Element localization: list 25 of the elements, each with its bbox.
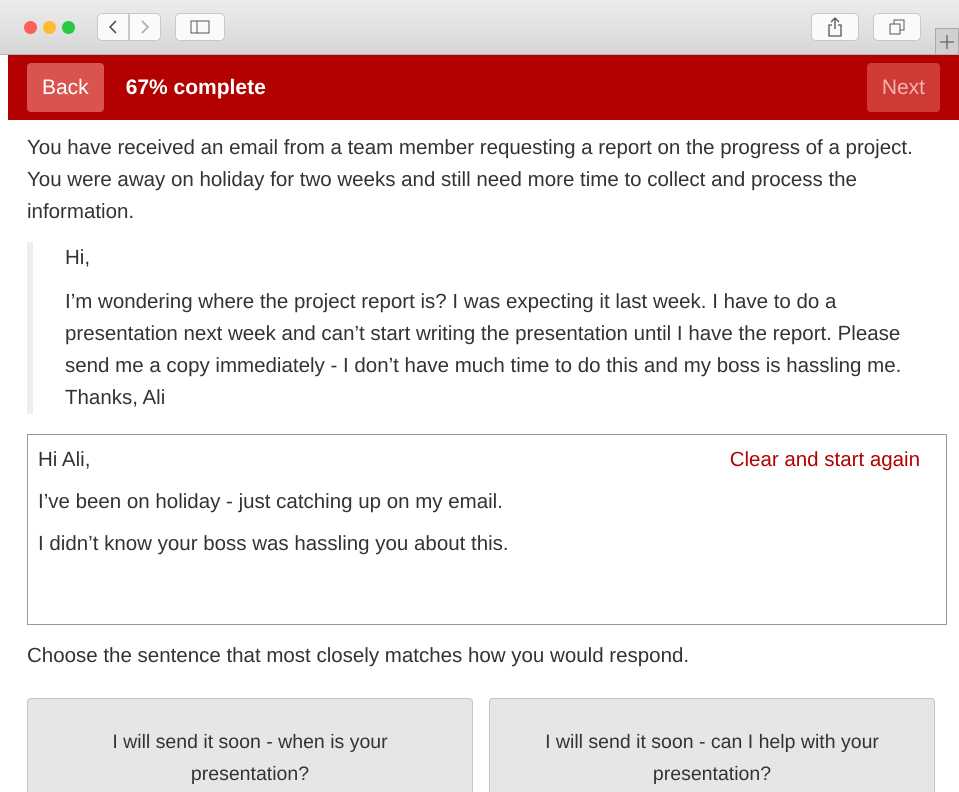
- answer-option-button[interactable]: I will send it soon - can I help with your presentation?: [489, 698, 935, 792]
- answer-option-button[interactable]: I will send it soon - when is your presentation?: [27, 698, 473, 792]
- chevron-left-icon: [108, 19, 118, 35]
- progress-status: 67% complete: [126, 74, 266, 101]
- share-button[interactable]: [811, 13, 859, 41]
- prompt-text: Choose the sentence that most closely matches how you would respond.: [27, 643, 690, 669]
- back-nav-button[interactable]: [97, 13, 129, 41]
- new-tab-button[interactable]: [935, 28, 959, 54]
- reply-line: I’ve been on holiday - just catching up on my email.: [38, 489, 504, 515]
- reply-line: Hi Ali,: [38, 447, 92, 473]
- reply-field[interactable]: Hi Ali, I’ve been on holiday - just catching up on my email. I didn’t know your boss was hassling you about this. Clear and start again: [27, 434, 947, 625]
- chevron-right-icon: [140, 19, 150, 35]
- sidebar-button[interactable]: [175, 13, 225, 41]
- back-button[interactable]: Back: [27, 63, 104, 112]
- close-window-icon[interactable]: [24, 20, 37, 34]
- forward-nav-button[interactable]: [129, 13, 161, 41]
- instructions-text: You have received an email from a team member requesting a report on the progress of a project. You were away on holiday for two weeks and still need more time to collect and process the information.: [27, 135, 914, 225]
- share-icon: [827, 17, 843, 37]
- reply-line: I didn’t know your boss was hassling you about this.: [38, 531, 509, 557]
- sidebar-icon: [190, 20, 210, 34]
- tabs-icon: [889, 19, 905, 35]
- plus-icon: [940, 34, 954, 48]
- tabs-button[interactable]: [873, 13, 921, 41]
- email-quote: Hi, I’m wondering where the project report is? I was expecting it last week. I have to do a presentation next week and can’t start writing the presentation until I have the report. Please send me a copy immediately - I don’t have much time to do this and my boss is hassling me. Thanks, Ali: [27, 242, 947, 414]
- clear-link[interactable]: Clear and start again: [730, 445, 920, 475]
